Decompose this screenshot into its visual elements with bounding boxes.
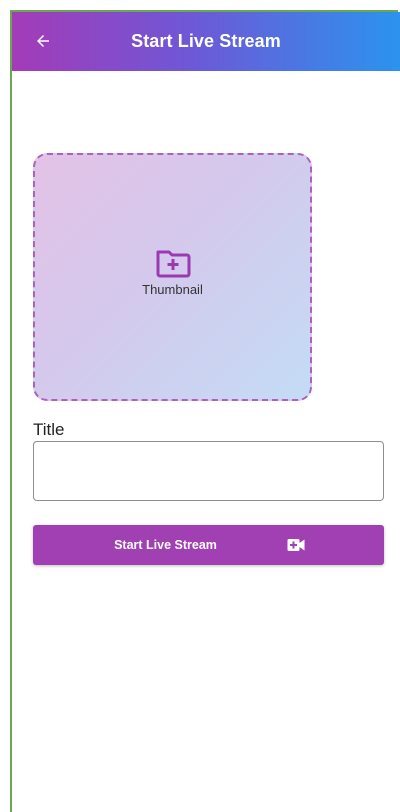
thumbnail-picker[interactable]: Thumbnail bbox=[33, 153, 312, 401]
folder-plus-icon bbox=[156, 250, 190, 277]
video-camera-plus-icon bbox=[287, 539, 305, 551]
outer-margin-left bbox=[0, 0, 10, 812]
outer-margin-top bbox=[0, 0, 400, 10]
title-field-label: Title bbox=[33, 420, 65, 439]
title-input[interactable] bbox=[33, 441, 384, 501]
app-bar: Start Live Stream bbox=[12, 12, 400, 71]
page-title: Start Live Stream bbox=[131, 31, 281, 51]
screen-frame bbox=[10, 10, 398, 812]
start-live-stream-button[interactable]: Start Live Stream bbox=[33, 525, 384, 565]
arrow-left-icon bbox=[37, 35, 49, 47]
back-button[interactable] bbox=[30, 28, 56, 54]
start-live-stream-label: Start Live Stream bbox=[114, 538, 217, 552]
thumbnail-label: Thumbnail bbox=[142, 281, 203, 297]
